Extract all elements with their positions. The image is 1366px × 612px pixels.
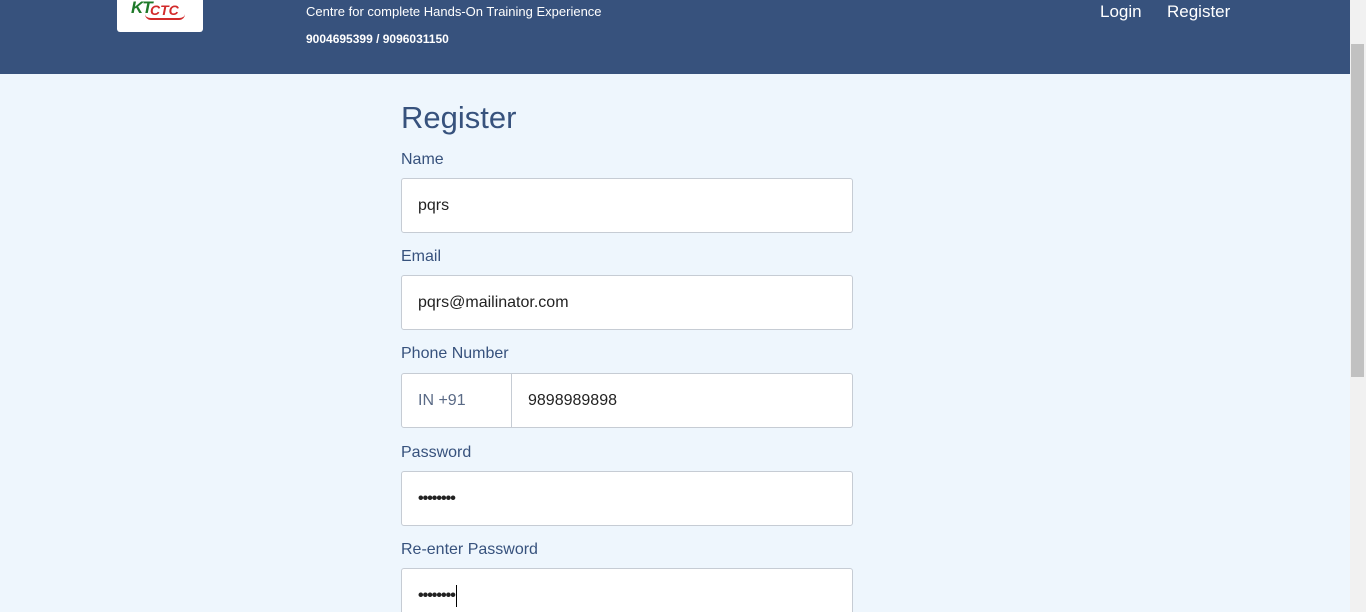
name-label: Name [401, 151, 444, 168]
page: KT CTC Centre for complete Hands-On Trai… [0, 0, 1366, 612]
page-title: Register [401, 100, 517, 135]
nav-login-link[interactable]: Login [1100, 2, 1142, 22]
confirm-password-input[interactable]: •••••••• [401, 568, 853, 612]
confirm-password-value: •••••••• [418, 587, 456, 604]
scrollbar-thumb[interactable] [1351, 44, 1364, 377]
email-label: Email [401, 248, 442, 265]
ktctc-logo[interactable]: KT CTC [117, 0, 203, 32]
email-input[interactable]: pqrs@mailinator.com [401, 275, 853, 330]
password-label: Password [401, 444, 472, 461]
nav-register-link[interactable]: Register [1167, 2, 1230, 22]
text-caret [455, 584, 457, 607]
password-input[interactable]: •••••••• [401, 471, 853, 526]
header-phone-numbers: 9004695399 / 9096031150 [306, 32, 449, 46]
phone-label: Phone Number [401, 345, 509, 362]
logo-swoosh [145, 14, 185, 20]
name-input[interactable]: pqrs [401, 178, 853, 233]
header-tagline: Centre for complete Hands-On Training Ex… [306, 4, 602, 19]
phone-input[interactable]: 9898989898 [511, 373, 853, 428]
confirm-password-label: Re-enter Password [401, 541, 538, 558]
country-code-select[interactable]: IN +91 [401, 373, 512, 428]
site-header: KT CTC Centre for complete Hands-On Trai… [0, 0, 1350, 74]
